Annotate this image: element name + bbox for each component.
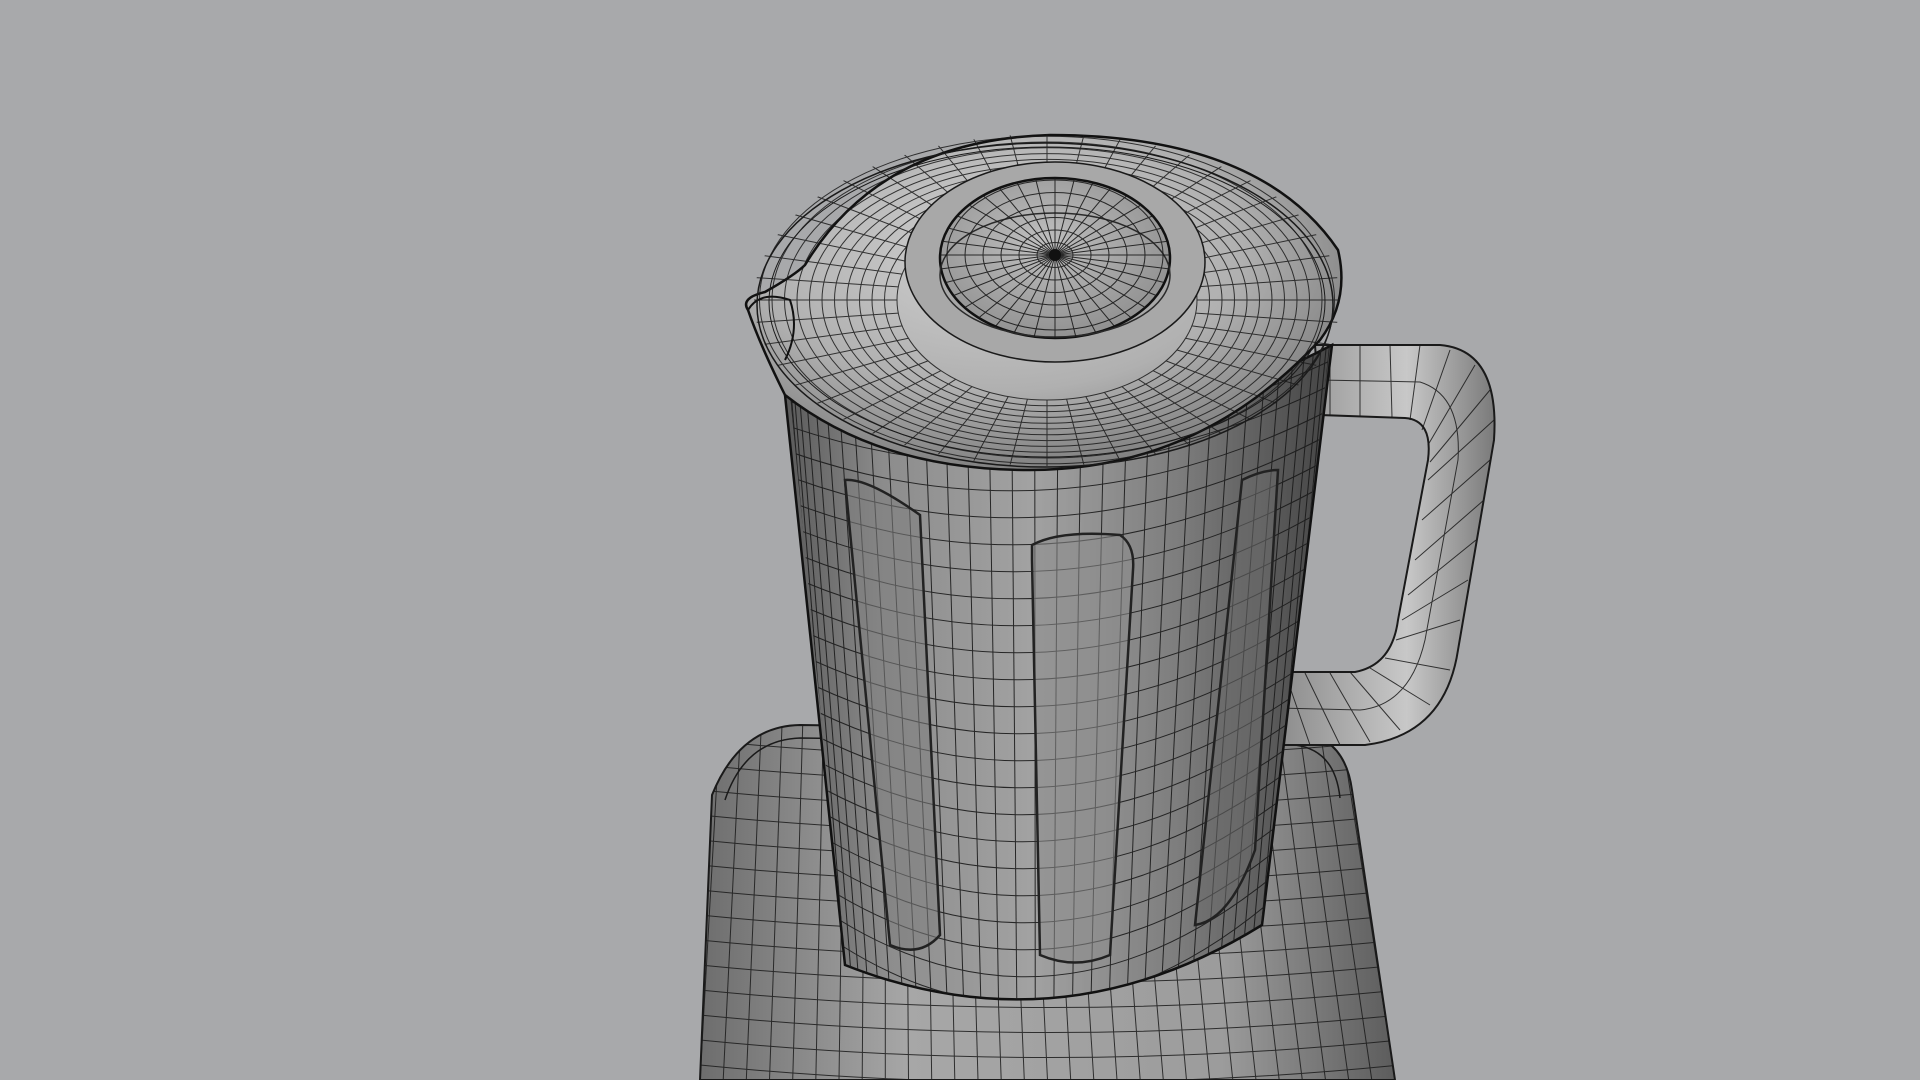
cap-center-point bbox=[1049, 249, 1061, 261]
lid-center-cap[interactable] bbox=[904, 161, 1206, 363]
viewport-scene[interactable] bbox=[0, 0, 1920, 1080]
3d-viewport[interactable] bbox=[0, 0, 1920, 1080]
